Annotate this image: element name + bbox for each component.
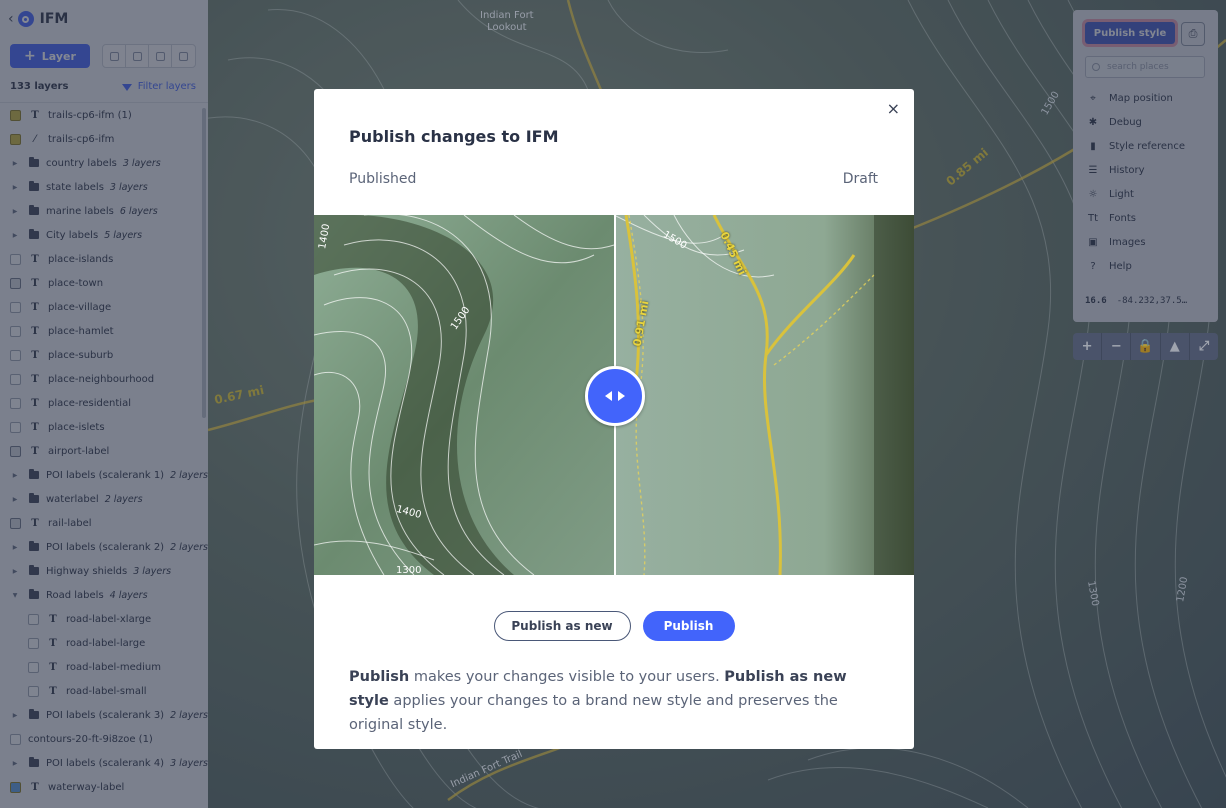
desc-emphasis: Publish [349,669,410,685]
compare-label-published: Published [349,171,417,187]
arrow-left-icon [605,391,612,401]
dialog-title: Publish changes to IFM [349,127,559,146]
desc-text: makes your changes visible to your users… [409,669,725,685]
publish-dialog: × Publish changes to IFM Published Draft [314,89,914,749]
desc-text: applies your changes to a brand new styl… [349,693,838,733]
publish-button[interactable]: Publish [642,611,735,641]
compare-slider-handle[interactable] [585,366,645,426]
dialog-description: Publish makes your changes visible to yo… [349,665,889,737]
close-icon[interactable]: × [887,101,900,117]
compare-label-draft: Draft [842,171,878,187]
dialog-actions: Publish as new Publish [314,611,914,641]
contour-label: 1300 [396,565,422,575]
publish-as-new-button[interactable]: Publish as new [493,611,631,641]
compare-swipe-view[interactable]: 1400 1500 1400 1300 1500 0.91 mi 0.45 mi [314,215,914,575]
arrow-right-icon [618,391,625,401]
